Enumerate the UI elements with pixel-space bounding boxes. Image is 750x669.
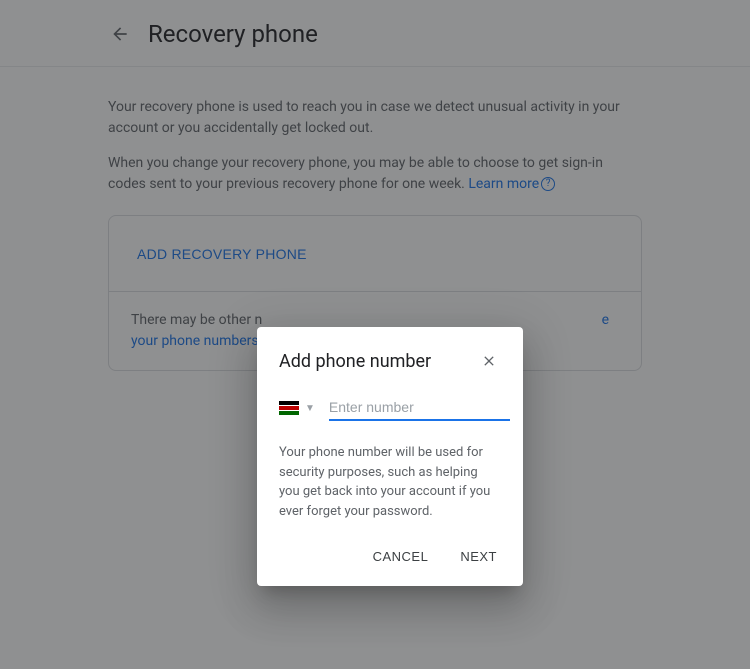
cancel-button[interactable]: CANCEL bbox=[369, 543, 433, 570]
phone-number-input[interactable] bbox=[329, 395, 510, 421]
country-select[interactable]: ▼ bbox=[279, 401, 315, 415]
add-phone-dialog: Add phone number ▼ Your phone number wil… bbox=[257, 327, 523, 586]
chevron-down-icon: ▼ bbox=[305, 403, 315, 414]
next-button[interactable]: NEXT bbox=[456, 543, 501, 570]
dialog-actions: CANCEL NEXT bbox=[279, 543, 501, 570]
phone-input-row: ▼ bbox=[279, 395, 501, 421]
dialog-header: Add phone number bbox=[279, 349, 501, 373]
flag-kenya-icon bbox=[279, 401, 299, 415]
dialog-title: Add phone number bbox=[279, 351, 431, 372]
dialog-description: Your phone number will be used for secur… bbox=[279, 443, 501, 521]
modal-overlay: Add phone number ▼ Your phone number wil… bbox=[0, 0, 750, 669]
close-icon[interactable] bbox=[477, 349, 501, 373]
